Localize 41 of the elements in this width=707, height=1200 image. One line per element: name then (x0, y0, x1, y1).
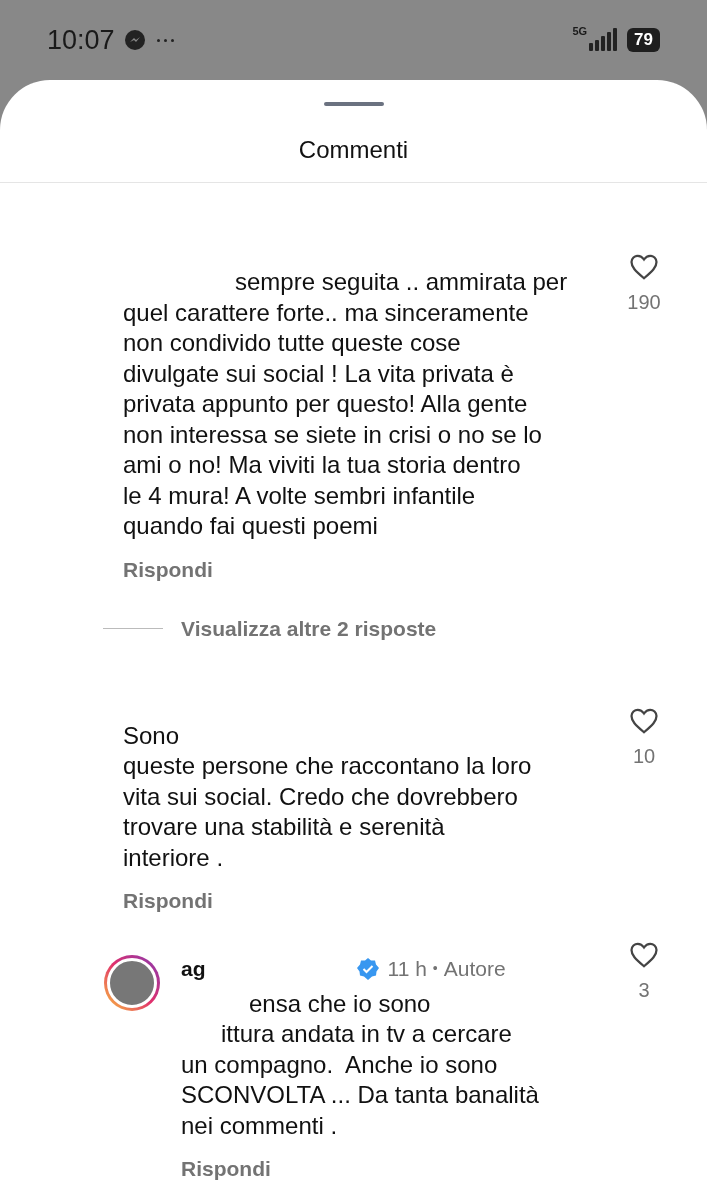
view-more-replies[interactable]: Visualizza altre 2 risposte (181, 613, 437, 645)
more-icon (156, 38, 174, 42)
comment-text-line: non condivido tutte queste cose (123, 328, 462, 358)
comment-text-line: interiore . (123, 842, 225, 873)
comment-text-line: ittura andata in tv a cercare (220, 1019, 513, 1049)
sheet-title: Commenti (297, 135, 410, 165)
network-type: 5G (572, 26, 588, 37)
heart-icon[interactable] (629, 706, 659, 735)
comment-text-line: Sono (123, 720, 181, 751)
like-count: 10 (632, 743, 656, 769)
comment-text-line: sempre seguita .. ammirata per (234, 267, 569, 297)
reply-link[interactable]: Rispondi (123, 553, 213, 585)
battery-level: 79 (627, 28, 660, 52)
comment-time: 11 h (387, 955, 427, 982)
comment-text-line: trovare una stabilità e serenità (123, 812, 446, 842)
status-time: 10:07 (47, 26, 115, 54)
comment-text-line: ami o no! Ma viviti la tua storia dentro (123, 450, 522, 480)
comment-text-line: quel carattere forte.. ma sinceramente (123, 297, 530, 328)
username[interactable]: ag (181, 952, 206, 985)
comment-text-line: non interessa se siete in crisi o no se lo (123, 419, 543, 450)
heart-icon[interactable] (629, 253, 659, 281)
reply-link[interactable]: Rispondi (123, 885, 213, 917)
like-count: 3 (638, 977, 650, 1003)
comment-text-line: divulgate sui social ! La vita privata è (123, 358, 515, 389)
comment-text-line: quando fai questi poemi (123, 511, 379, 541)
reply-link[interactable]: Rispondi (181, 1153, 271, 1185)
comment-text-line: SCONVOLTA ... Da tanta banalità (181, 1080, 540, 1110)
comment-text-line: nei commenti . (181, 1110, 339, 1141)
like-count: 190 (627, 290, 661, 315)
drag-handle[interactable] (323, 102, 384, 106)
separator-dot: • (432, 959, 438, 978)
messenger-icon (124, 30, 145, 50)
author-label: Autore (443, 955, 506, 982)
comment-text-line: le 4 mura! A volte sembri infantile (123, 480, 477, 511)
comment-text-line: queste persone che raccontano la loro (123, 751, 533, 781)
comment-text-line: vita sui social. Credo che dovrebbero (123, 781, 519, 812)
signal-icon (589, 29, 618, 51)
comment-text-line: ensa che io sono (248, 988, 432, 1019)
heart-icon[interactable] (629, 940, 659, 969)
comment-text-line: privata appunto per questo! Alla gente (123, 389, 529, 419)
comment-text-line: un compagno. Anche io sono (181, 1049, 499, 1080)
